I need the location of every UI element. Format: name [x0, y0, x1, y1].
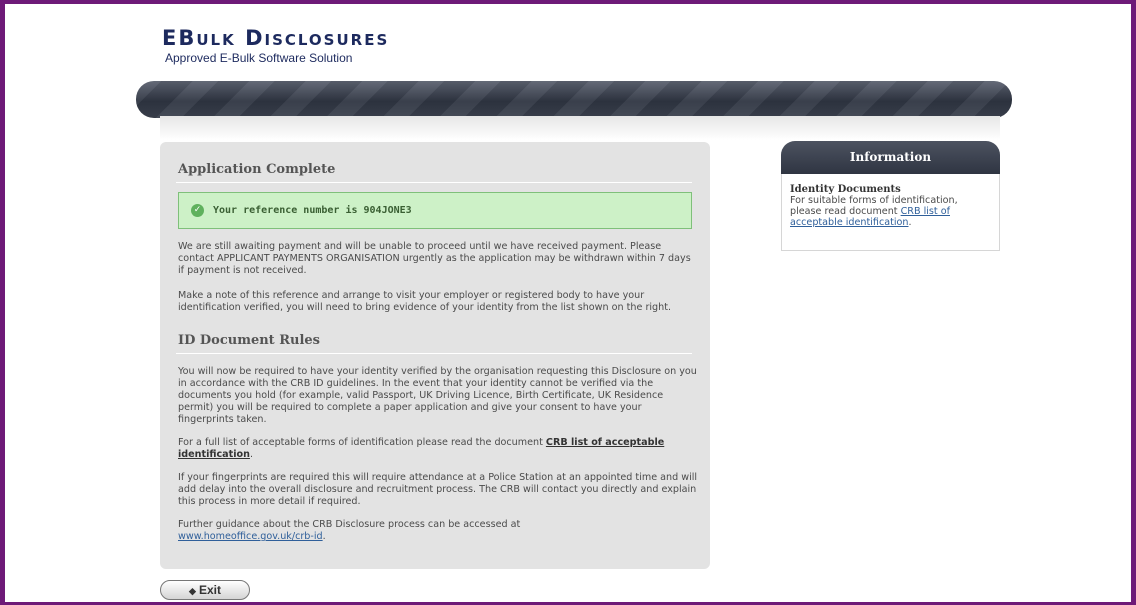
- full-list-prefix: For a full list of acceptable forms of i…: [178, 437, 546, 448]
- heading-id-document-rules: ID Document Rules: [178, 333, 320, 348]
- identity-documents-text: For suitable forms of identification, pl…: [790, 195, 990, 228]
- information-body: Identity Documents For suitable forms of…: [781, 174, 1000, 251]
- divider: [176, 182, 692, 183]
- guidance-message: Further guidance about the CRB Disclosur…: [178, 519, 698, 543]
- logo-letter-e: E: [162, 26, 179, 50]
- id-rules-message: You will now be required to have your id…: [178, 366, 697, 425]
- exit-button[interactable]: ◆ Exit: [160, 580, 250, 600]
- logo-letter-d: D: [245, 26, 265, 50]
- guidance-suffix: .: [322, 531, 326, 542]
- check-circle-icon: ✓: [191, 204, 204, 217]
- main-panel: Application Complete ✓ Your reference nu…: [160, 142, 710, 569]
- logo-word-disclosures: ISCLOSURES: [264, 31, 390, 49]
- full-list-message: For a full list of acceptable forms of i…: [178, 437, 698, 461]
- info-text-suffix: .: [908, 217, 912, 228]
- information-header: Information: [781, 141, 1000, 174]
- full-list-suffix: .: [249, 449, 253, 460]
- heading-application-complete: Application Complete: [178, 162, 336, 177]
- note-message: Make a note of this reference and arrang…: [178, 290, 672, 313]
- logo-word-bulk: ULK: [196, 31, 236, 49]
- information-panel: Information Identity Documents For suita…: [781, 141, 1000, 251]
- guidance-prefix: Further guidance about the CRB Disclosur…: [178, 519, 521, 530]
- logo-letter-b: B: [178, 26, 197, 50]
- logo: EBULK DISCLOSURES Approved E-Bulk Softwa…: [162, 26, 389, 65]
- exit-button-label: Exit: [198, 583, 221, 597]
- logo-subtitle: Approved E-Bulk Software Solution: [165, 51, 353, 65]
- header-banner: [136, 81, 1012, 118]
- banner-shadow: [160, 116, 1000, 140]
- reference-number-text: Your reference number is 904JONE3: [213, 205, 412, 216]
- reference-success-box: ✓ Your reference number is 904JONE3: [178, 192, 692, 229]
- identity-documents-title: Identity Documents: [790, 184, 901, 195]
- back-arrow-icon: ◆: [189, 586, 196, 596]
- fingerprint-message: If your fingerprints are required this w…: [178, 472, 698, 507]
- homeoffice-link[interactable]: www.homeoffice.gov.uk/crb-id: [178, 531, 323, 542]
- divider: [176, 353, 692, 354]
- payment-message: We are still awaiting payment and will b…: [178, 241, 691, 276]
- logo-title: EBULK DISCLOSURES: [162, 26, 389, 52]
